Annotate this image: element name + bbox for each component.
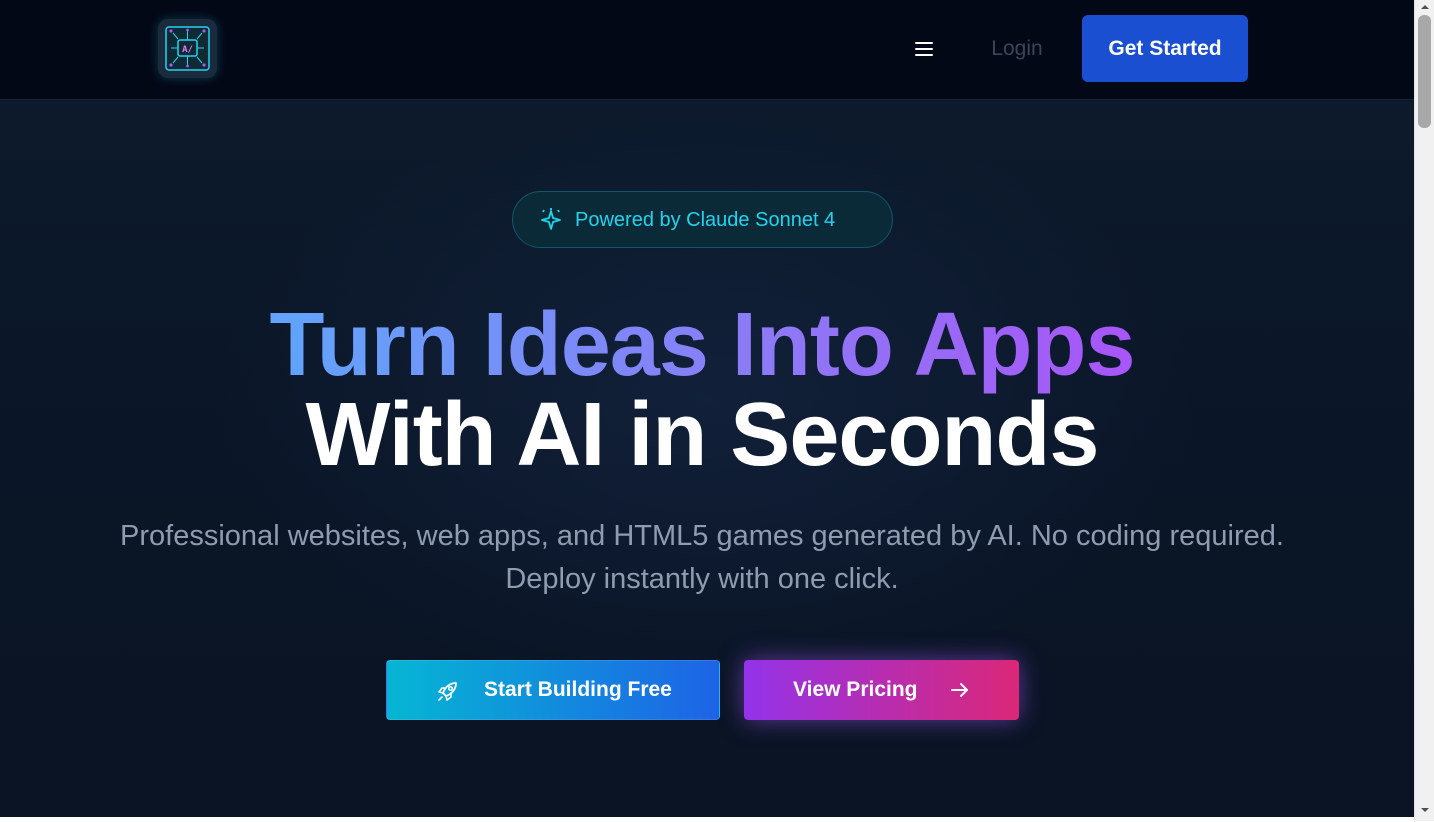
view-pricing-button[interactable]: View Pricing [744,660,1019,720]
top-navbar: A/ Login Get Started [0,0,1414,100]
headline-gradient-line: Turn Ideas Into Apps [0,295,1404,395]
view-pricing-label: View Pricing [793,678,918,701]
viewport-bottom-edge [0,817,1414,821]
get-started-button[interactable]: Get Started [1082,15,1248,82]
hero-section: Powered by Claude Sonnet 4 Turn Ideas In… [0,101,1414,817]
login-link[interactable]: Login [972,30,1062,68]
sparkle-icon [539,207,563,233]
start-building-free-label: Start Building Free [484,678,672,701]
scrollbar-thumb[interactable] [1418,15,1431,128]
scroll-up-arrow-icon[interactable] [1415,0,1434,14]
badge-text: Powered by Claude Sonnet 4 [575,209,836,231]
rocket-icon [435,678,461,704]
arrow-right-icon [948,678,972,702]
browser-viewport: A/ Login Get Started Powered by Claude S… [0,0,1414,817]
vertical-scrollbar[interactable] [1414,0,1434,821]
start-building-free-button[interactable]: Start Building Free [386,660,720,720]
svg-text:A/: A/ [182,45,193,55]
headline-line-1: Turn Ideas Into Apps [269,295,1135,395]
scroll-down-arrow-icon[interactable] [1415,803,1434,817]
hero-subtext: Professional websites, web apps, and HTM… [120,520,1284,595]
headline-line-2: With AI in Seconds [305,385,1100,485]
powered-by-badge: Powered by Claude Sonnet 4 [512,191,893,248]
hamburger-menu-icon[interactable] [911,36,937,62]
ai-chip-icon[interactable]: A/ [158,19,217,78]
